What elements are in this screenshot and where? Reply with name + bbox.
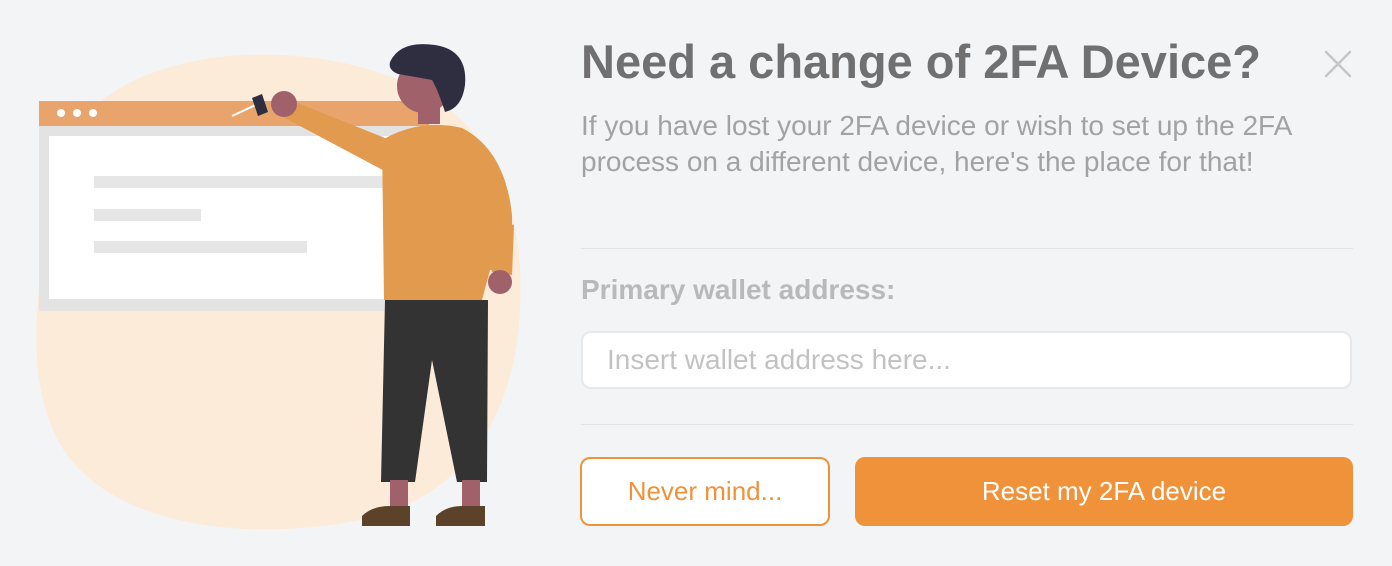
illustration-person-pinning-browser	[36, 44, 521, 530]
close-icon	[1324, 50, 1352, 78]
never-mind-button[interactable]: Never mind...	[580, 457, 830, 526]
wallet-address-input[interactable]	[581, 331, 1352, 389]
divider	[581, 424, 1353, 425]
wallet-address-label: Primary wallet address:	[581, 274, 896, 305]
dialog-description: If you have lost your 2FA device or wish…	[581, 110, 1291, 177]
close-button[interactable]	[1318, 44, 1358, 84]
dialog-title: Need a change of 2FA Device?	[581, 35, 1261, 88]
divider	[581, 248, 1353, 249]
reset-2fa-button[interactable]: Reset my 2FA device	[855, 457, 1353, 526]
